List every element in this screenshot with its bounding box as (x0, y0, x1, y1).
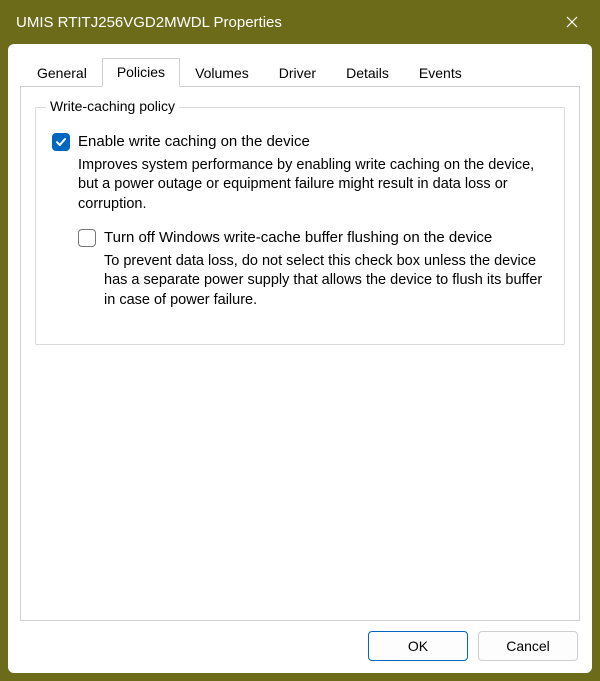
tab-body-policies: Write-caching policy Enable write cachin… (20, 86, 580, 621)
dialog-button-row: OK Cancel (20, 631, 580, 661)
label-turn-off-buffer-flushing[interactable]: Turn off Windows write-cache buffer flus… (104, 228, 492, 248)
label-enable-write-caching[interactable]: Enable write caching on the device (78, 132, 310, 152)
window-title: UMIS RTITJ256VGD2MWDL Properties (16, 14, 550, 31)
check-icon (55, 136, 67, 148)
option-enable-write-caching: Enable write caching on the device Impro… (52, 132, 548, 310)
tab-policies[interactable]: Policies (102, 58, 180, 87)
tab-details[interactable]: Details (331, 59, 404, 87)
ok-button[interactable]: OK (368, 631, 468, 661)
titlebar[interactable]: UMIS RTITJ256VGD2MWDL Properties (0, 0, 600, 44)
tab-events[interactable]: Events (404, 59, 477, 87)
tab-bar: General Policies Volumes Driver Details … (20, 56, 580, 86)
desc-enable-write-caching: Improves system performance by enabling … (78, 156, 548, 215)
cancel-button[interactable]: Cancel (478, 631, 578, 661)
client-area: General Policies Volumes Driver Details … (8, 44, 592, 673)
option-turn-off-buffer-flushing: Turn off Windows write-cache buffer flus… (78, 228, 548, 310)
tab-general[interactable]: General (22, 59, 102, 87)
tab-driver[interactable]: Driver (264, 59, 331, 87)
close-button[interactable] (550, 6, 594, 38)
tab-volumes[interactable]: Volumes (180, 59, 264, 87)
desc-turn-off-buffer-flushing: To prevent data loss, do not select this… (104, 252, 548, 311)
spacer (35, 345, 565, 606)
close-icon (566, 16, 578, 28)
group-write-caching: Write-caching policy Enable write cachin… (35, 107, 565, 345)
checkbox-turn-off-buffer-flushing[interactable] (78, 229, 96, 247)
group-title: Write-caching policy (46, 98, 179, 114)
checkbox-enable-write-caching[interactable] (52, 133, 70, 151)
properties-dialog: UMIS RTITJ256VGD2MWDL Properties General… (0, 0, 600, 681)
